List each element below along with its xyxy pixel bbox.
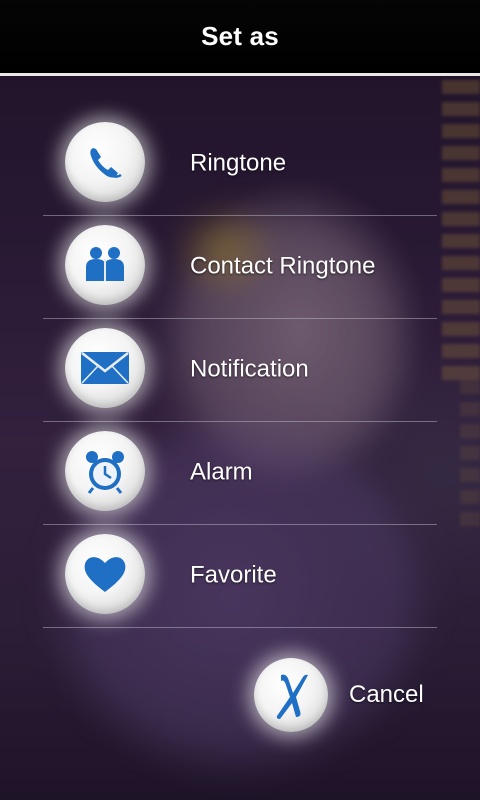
alarm-clock-icon [65, 431, 145, 511]
option-contact-ringtone[interactable]: Contact Ringtone [43, 216, 437, 319]
contacts-people-icon [65, 225, 145, 305]
option-label: Ringtone [190, 148, 287, 176]
close-x-icon [254, 658, 328, 732]
cancel-label: Cancel [349, 681, 424, 708]
heart-icon [65, 534, 145, 614]
cancel-button[interactable]: Cancel [254, 658, 444, 734]
option-alarm[interactable]: Alarm [43, 422, 437, 525]
option-favorite[interactable]: Favorite [43, 525, 437, 628]
dialog-header: Set as [0, 0, 480, 76]
phone-handset-icon [65, 121, 145, 202]
option-label: Alarm [190, 458, 253, 486]
option-label: Notification [190, 355, 309, 383]
option-label: Contact Ringtone [190, 252, 376, 280]
set-as-options-list: Ringtone Contact Ringtone Notification A… [43, 112, 437, 628]
option-ringtone[interactable]: Ringtone [43, 112, 437, 216]
envelope-icon [65, 328, 145, 408]
option-notification[interactable]: Notification [43, 319, 437, 422]
dialog-title: Set as [201, 21, 279, 51]
option-label: Favorite [190, 561, 277, 589]
